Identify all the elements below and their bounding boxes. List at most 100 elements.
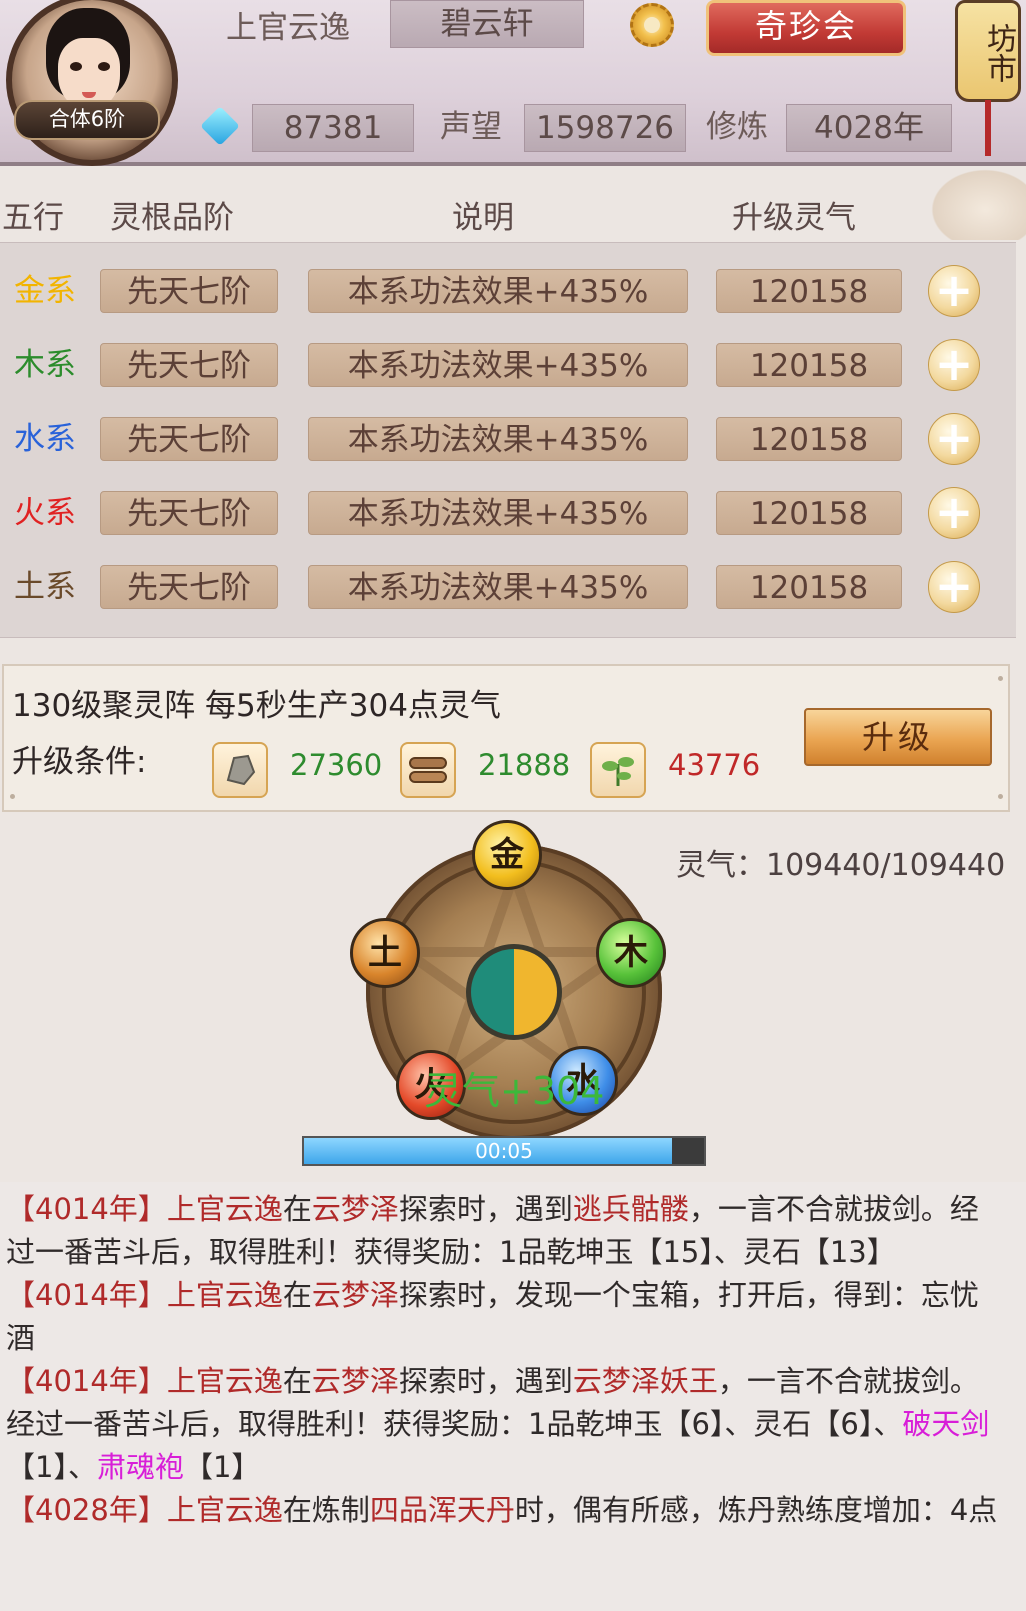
cultivation-label: 修炼 <box>706 109 768 145</box>
upgrade-cost: 120158 <box>716 417 902 461</box>
effect-description: 本系功法效果+435% <box>308 269 688 313</box>
wood-amount: 21888 <box>478 748 571 782</box>
grade-value: 先天七阶 <box>100 491 278 535</box>
lantern-tassel <box>985 100 991 156</box>
upgrade-plus-button[interactable]: + <box>928 413 980 465</box>
log-segment: 【4014年】 <box>6 1192 167 1226</box>
column-header-description: 说明 <box>452 200 514 236</box>
earth-orb-icon: 土 <box>350 918 420 988</box>
log-segment: 肃魂袍 <box>96 1450 184 1484</box>
upgrade-plus-button[interactable]: + <box>928 265 980 317</box>
upgrade-cost: 120158 <box>716 565 902 609</box>
log-segment: 上官云逸 <box>166 1192 283 1226</box>
upgrade-cost: 120158 <box>716 269 902 313</box>
log-segment: 【1】 <box>183 1450 261 1484</box>
upgrade-plus-button[interactable]: + <box>928 487 980 539</box>
grade-value: 先天七阶 <box>100 343 278 387</box>
element-label: 土系 <box>14 569 76 605</box>
log-segment: 时，偶有所感，炼丹熟练度增加：4点 <box>514 1493 998 1527</box>
table-row: 火系 先天七阶 本系功法效果+435% 120158 + <box>0 487 1016 539</box>
log-segment: 云梦泽妖王 <box>572 1364 718 1398</box>
ore-icon <box>212 742 268 798</box>
formation-level-text: 130级聚灵阵 每5秒生产304点灵气 <box>12 688 501 724</box>
upgrade-condition-label: 升级条件: <box>12 744 147 780</box>
wood-icon <box>400 742 456 798</box>
production-progress-bar: 00:05 <box>302 1136 706 1166</box>
avatar-eye <box>98 62 110 71</box>
log-segment: 破天剑 <box>902 1407 990 1441</box>
spirit-gain-popup: 灵气+304 <box>424 1069 605 1113</box>
element-label: 水系 <box>14 421 76 457</box>
yin-yang-icon <box>466 944 562 1040</box>
grade-value: 先天七阶 <box>100 269 278 313</box>
log-entry: 【4014年】上官云逸在云梦泽探索时，遇到逃兵骷髅，一言不合就拔剑。经过一番苦斗… <box>6 1188 1006 1274</box>
wood-orb-icon: 木 <box>596 918 666 988</box>
player-avatar[interactable] <box>6 0 178 166</box>
progress-timer: 00:05 <box>475 1139 533 1163</box>
market-lantern-button[interactable]: 坊市 <box>955 0 1021 102</box>
log-segment: 云梦泽 <box>311 1278 399 1312</box>
log-segment: 上官云逸 <box>166 1278 283 1312</box>
log-segment: 上官云逸 <box>166 1364 283 1398</box>
element-label: 火系 <box>14 495 76 531</box>
corner-dot <box>10 794 15 799</box>
gear-icon <box>630 3 674 47</box>
top-bar: 合体6阶 上官云逸 碧云轩 奇珍会 坊市 87381 声望 1598726 修炼… <box>0 0 1026 166</box>
corner-dot <box>998 794 1003 799</box>
log-entry: 【4014年】上官云逸在云梦泽探索时，发现一个宝箱，打开后，得到：忘忧酒 <box>6 1274 1006 1360</box>
cultivation-value: 4028年 <box>786 104 952 152</box>
event-log-text: 【4014年】上官云逸在云梦泽探索时，遇到逃兵骷髅，一言不合就拔剑。经过一番苦斗… <box>6 1188 1006 1532</box>
shop-button[interactable]: 奇珍会 <box>706 0 906 56</box>
upgrade-cost: 120158 <box>716 491 902 535</box>
log-segment: 上官云逸 <box>166 1493 283 1527</box>
gem-icon <box>200 106 240 146</box>
sect-name[interactable]: 碧云轩 <box>390 0 584 48</box>
herb-amount: 43776 <box>668 748 761 782</box>
log-segment: 在 <box>282 1364 312 1398</box>
column-header-upgrade-cost: 升级灵气 <box>732 200 856 236</box>
spirit-energy-counter: 灵气：109440/109440 <box>676 848 1006 883</box>
element-label: 木系 <box>14 347 76 383</box>
log-segment: 【4028年】 <box>6 1493 167 1527</box>
event-log: 【4014年】上官云逸在云梦泽探索时，遇到逃兵骷髅，一言不合就拔剑。经过一番苦斗… <box>0 1182 1026 1611</box>
log-segment: 探索时，遇到 <box>398 1364 573 1398</box>
ore-amount: 27360 <box>290 748 383 782</box>
log-segment: 在炼制 <box>282 1493 370 1527</box>
log-segment: 探索时，遇到 <box>398 1192 573 1226</box>
cloud-decoration <box>924 164 1026 240</box>
corner-dot <box>998 676 1003 681</box>
grade-value: 先天七阶 <box>100 565 278 609</box>
spirit-root-table: 金系 先天七阶 本系功法效果+435% 120158 + 木系 先天七阶 本系功… <box>0 242 1016 638</box>
formation-upgrade-panel: 130级聚灵阵 每5秒生产304点灵气 升级条件: 27360 21888 43… <box>2 664 1010 812</box>
log-segment: 云梦泽 <box>311 1192 399 1226</box>
table-row: 金系 先天七阶 本系功法效果+435% 120158 + <box>0 265 1016 317</box>
log-segment: 在 <box>282 1278 312 1312</box>
effect-description: 本系功法效果+435% <box>308 343 688 387</box>
avatar-eye <box>70 62 82 71</box>
upgrade-button[interactable]: 升级 <box>804 708 992 766</box>
player-name: 上官云逸 <box>226 10 350 46</box>
log-segment: 【1】、 <box>6 1450 97 1484</box>
reputation-label: 声望 <box>440 109 502 145</box>
log-segment: 四品浑天丹 <box>369 1493 515 1527</box>
log-segment: 云梦泽 <box>311 1364 399 1398</box>
reputation-value: 1598726 <box>524 104 686 152</box>
upgrade-cost: 120158 <box>716 343 902 387</box>
settings-button[interactable] <box>618 0 686 50</box>
log-entry: 【4014年】上官云逸在云梦泽探索时，遇到云梦泽妖王，一言不合就拔剑。经过一番苦… <box>6 1360 1006 1489</box>
metal-orb-icon: 金 <box>472 820 542 890</box>
table-row: 木系 先天七阶 本系功法效果+435% 120158 + <box>0 339 1016 391</box>
log-segment: 在 <box>282 1192 312 1226</box>
effect-description: 本系功法效果+435% <box>308 491 688 535</box>
column-header-grade: 灵根品阶 <box>110 200 234 236</box>
upgrade-plus-button[interactable]: + <box>928 339 980 391</box>
log-segment: 【4014年】 <box>6 1278 167 1312</box>
effect-description: 本系功法效果+435% <box>308 417 688 461</box>
rank-badge: 合体6阶 <box>14 100 160 140</box>
log-entry: 【4028年】上官云逸在炼制四品浑天丹时，偶有所感，炼丹熟练度增加：4点 <box>6 1489 1006 1532</box>
element-label: 金系 <box>14 273 76 309</box>
upgrade-plus-button[interactable]: + <box>928 561 980 613</box>
herb-icon <box>590 742 646 798</box>
effect-description: 本系功法效果+435% <box>308 565 688 609</box>
column-header-element: 五行 <box>2 200 64 236</box>
